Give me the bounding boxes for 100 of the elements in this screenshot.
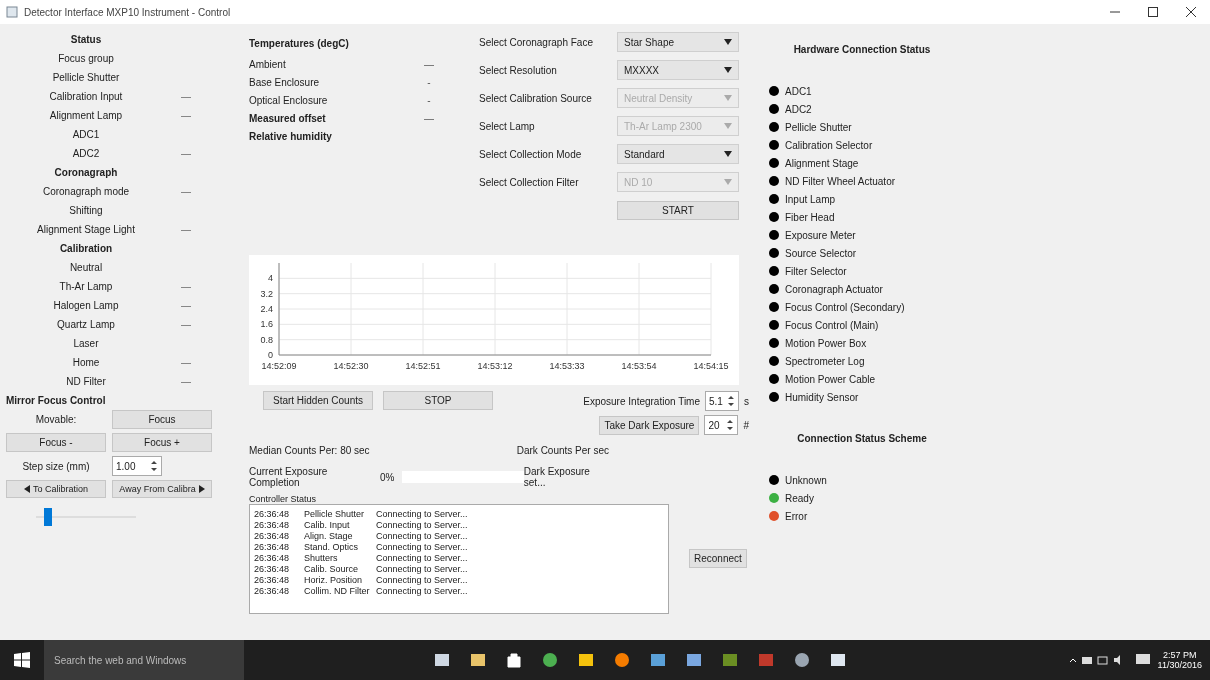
log-message: Connecting to Server... (376, 542, 468, 553)
log-message: Connecting to Server... (376, 531, 468, 542)
status-label: Pellicle Shutter (51, 72, 121, 83)
exposure-time-spinbox[interactable]: 5.1 (705, 391, 739, 411)
section-title: Temperatures (degC) (249, 38, 350, 49)
away-calibration-button[interactable]: Away From Calibra (112, 480, 212, 498)
status-value: — (181, 281, 191, 292)
select-label: Select Resolution (479, 64, 558, 76)
dropdown[interactable]: Standard (617, 144, 739, 164)
hardware-label: Alignment Stage (785, 157, 859, 169)
hardware-label: ADC1 (785, 85, 812, 97)
close-icon[interactable] (1186, 7, 1196, 17)
status-label: ND Filter (65, 376, 107, 387)
temperature-value: - (427, 76, 431, 88)
temperature-value: — (424, 58, 434, 70)
axis-tick-label: 14:52:30 (333, 361, 369, 371)
log-device: Collim. ND Filter (304, 586, 371, 597)
dropdown[interactable]: Star Shape (617, 32, 739, 52)
log-message: Connecting to Server... (376, 575, 468, 586)
toward-calibration-button[interactable]: To Calibration (6, 480, 106, 498)
reconnect-button[interactable]: Reconnect (689, 549, 747, 568)
status-label: Neutral (68, 262, 104, 273)
dark-exposure-button[interactable]: Take Dark Exposure (599, 415, 700, 435)
temperature-value: - (427, 94, 431, 106)
status-label: Coronagraph (53, 167, 119, 178)
log-device: Pellicle Shutter (304, 509, 366, 520)
stop-button[interactable]: STOP (383, 391, 493, 410)
section-title: Connection Status Scheme (796, 433, 928, 444)
unit-label: # (743, 419, 749, 431)
step-size-spinbox[interactable]: 1.00 (112, 456, 162, 476)
status-label: Focus group (57, 53, 115, 64)
movable-label: Movable: (34, 414, 78, 425)
spinner-arrows-icon[interactable] (727, 394, 735, 408)
start-icon[interactable] (14, 652, 30, 668)
status-label: Calibration Input (48, 91, 124, 102)
log-device: Calib. Source (304, 564, 360, 575)
legend-label: Unknown (785, 474, 827, 486)
median-counts-text: Median Counts Per: 80 sec (249, 445, 370, 456)
axis-tick-label: 14:53:54 (621, 361, 657, 371)
spinner-arrows-icon[interactable] (150, 459, 158, 473)
focus-button[interactable]: Focus (112, 410, 212, 429)
caret-icon (724, 151, 732, 157)
step-size-label: Step size (mm) (21, 460, 91, 472)
status-label: Calibration (58, 243, 114, 254)
left-arrow-icon (24, 485, 30, 493)
log-message: Connecting to Server... (376, 553, 468, 564)
start-counts-button[interactable]: Start Hidden Counts (263, 391, 373, 410)
hardware-label: Focus Control (Main) (785, 319, 879, 331)
log-time: 26:36:48 (254, 553, 291, 564)
focus-plus-button[interactable]: Focus + (112, 433, 212, 452)
panel-title: Status (69, 34, 103, 45)
hardware-label: Focus Control (Secondary) (785, 301, 905, 313)
hardware-label: Filter Selector (785, 265, 847, 277)
spinner-arrows-icon[interactable] (726, 418, 735, 432)
status-value: — (181, 357, 191, 368)
status-value: — (181, 110, 191, 121)
status-value: — (181, 376, 191, 387)
axis-tick-label: 14:53:12 (477, 361, 513, 371)
hardware-label: Source Selector (785, 247, 857, 259)
hardware-label: Motion Power Cable (785, 373, 876, 385)
legend-label: Ready (785, 492, 814, 504)
status-value: — (181, 148, 191, 159)
status-value: — (181, 224, 191, 235)
status-label: Alignment Lamp (48, 110, 124, 121)
hardware-label: ADC2 (785, 103, 812, 115)
status-label: Quartz Lamp (56, 319, 116, 330)
axis-tick-label: 0.8 (260, 334, 273, 345)
status-label: Home (71, 357, 101, 368)
axis-tick-label: 14:54:15 (693, 361, 729, 371)
maximize-icon[interactable] (1148, 7, 1158, 17)
hardware-label: Spectrometer Log (785, 355, 865, 367)
legend-label: Error (785, 510, 808, 522)
slider-thumb[interactable] (44, 508, 52, 526)
hardware-label: Motion Power Box (785, 337, 867, 349)
log-time: 26:36:48 (254, 586, 291, 597)
dark-count-spinbox[interactable]: 20 (704, 415, 739, 435)
status-label: Th-Ar Lamp (58, 281, 114, 292)
hardware-label: Exposure Meter (785, 229, 856, 241)
store-icon[interactable] (506, 652, 522, 668)
log-device: Shutters (304, 553, 339, 564)
select-label: Select Collection Mode (479, 148, 583, 160)
start-button[interactable]: START (617, 200, 739, 220)
exposure-time-label: Exposure Integration Time (583, 395, 700, 407)
dropdown[interactable]: MXXXX (617, 60, 739, 80)
axis-tick-label: 0 (268, 350, 273, 360)
status-label: Laser (72, 338, 100, 349)
hardware-label: Pellicle Shutter (785, 121, 852, 133)
focus-minus-button[interactable]: Focus - (6, 433, 106, 452)
status-value: — (181, 91, 191, 102)
hardware-label: Humidity Sensor (785, 391, 859, 403)
status-label: Coronagraph mode (41, 186, 131, 197)
clock-date: 11/30/2016 (1157, 660, 1202, 670)
caret-icon (724, 67, 732, 73)
hardware-label: Fiber Head (785, 211, 835, 223)
search-field[interactable]: Search the web and Windows (44, 640, 244, 680)
status-value: — (181, 300, 191, 311)
log-message: Connecting to Server... (376, 520, 468, 531)
log-time: 26:36:48 (254, 520, 291, 531)
hardware-label: Input Lamp (785, 193, 836, 205)
axis-tick-label: 14:52:51 (405, 361, 441, 371)
